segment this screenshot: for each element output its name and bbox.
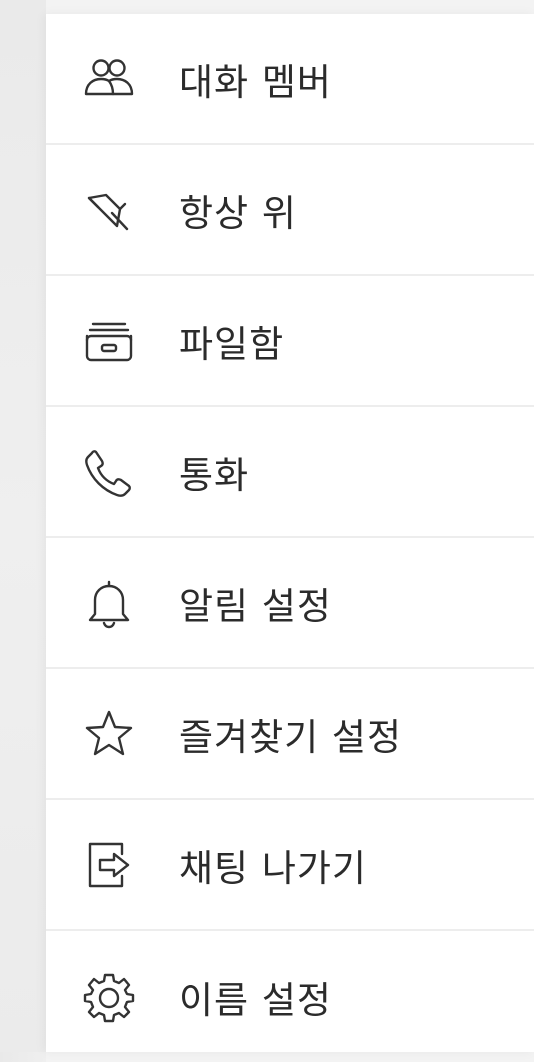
phone-icon <box>82 445 136 499</box>
menu-item-file-box[interactable]: 파일함 <box>46 276 534 407</box>
menu-item-call[interactable]: 통화 <box>46 407 534 538</box>
star-icon <box>82 707 136 761</box>
menu-item-label: 즐겨찾기 설정 <box>179 715 403 759</box>
menu-item-label: 대화 멤버 <box>179 60 332 104</box>
file-box-icon <box>82 314 136 368</box>
menu-item-leave-chat[interactable]: 채팅 나가기 <box>46 800 534 931</box>
menu-item-label: 통화 <box>179 453 250 497</box>
menu-item-notification-settings[interactable]: 알림 설정 <box>46 538 534 669</box>
chat-options-menu: 대화 멤버 항상 위 파일함 통화 알림 설정 즐겨찾기 설정 채팅 나가기 이… <box>46 14 534 1052</box>
pin-icon <box>82 183 136 237</box>
gear-icon <box>82 970 136 1024</box>
menu-item-label: 이름 설정 <box>179 978 332 1022</box>
members-icon <box>82 52 136 106</box>
menu-item-label: 파일함 <box>179 322 285 366</box>
backdrop <box>0 0 46 1052</box>
menu-item-always-on-top[interactable]: 항상 위 <box>46 145 534 276</box>
exit-icon <box>82 838 136 892</box>
menu-item-label: 알림 설정 <box>179 584 332 628</box>
menu-item-favorite-settings[interactable]: 즐겨찾기 설정 <box>46 669 534 800</box>
bell-icon <box>82 576 136 630</box>
menu-item-members[interactable]: 대화 멤버 <box>46 14 534 145</box>
menu-item-name-settings[interactable]: 이름 설정 <box>46 931 534 1062</box>
menu-item-label: 채팅 나가기 <box>179 846 367 890</box>
menu-item-label: 항상 위 <box>179 191 297 235</box>
